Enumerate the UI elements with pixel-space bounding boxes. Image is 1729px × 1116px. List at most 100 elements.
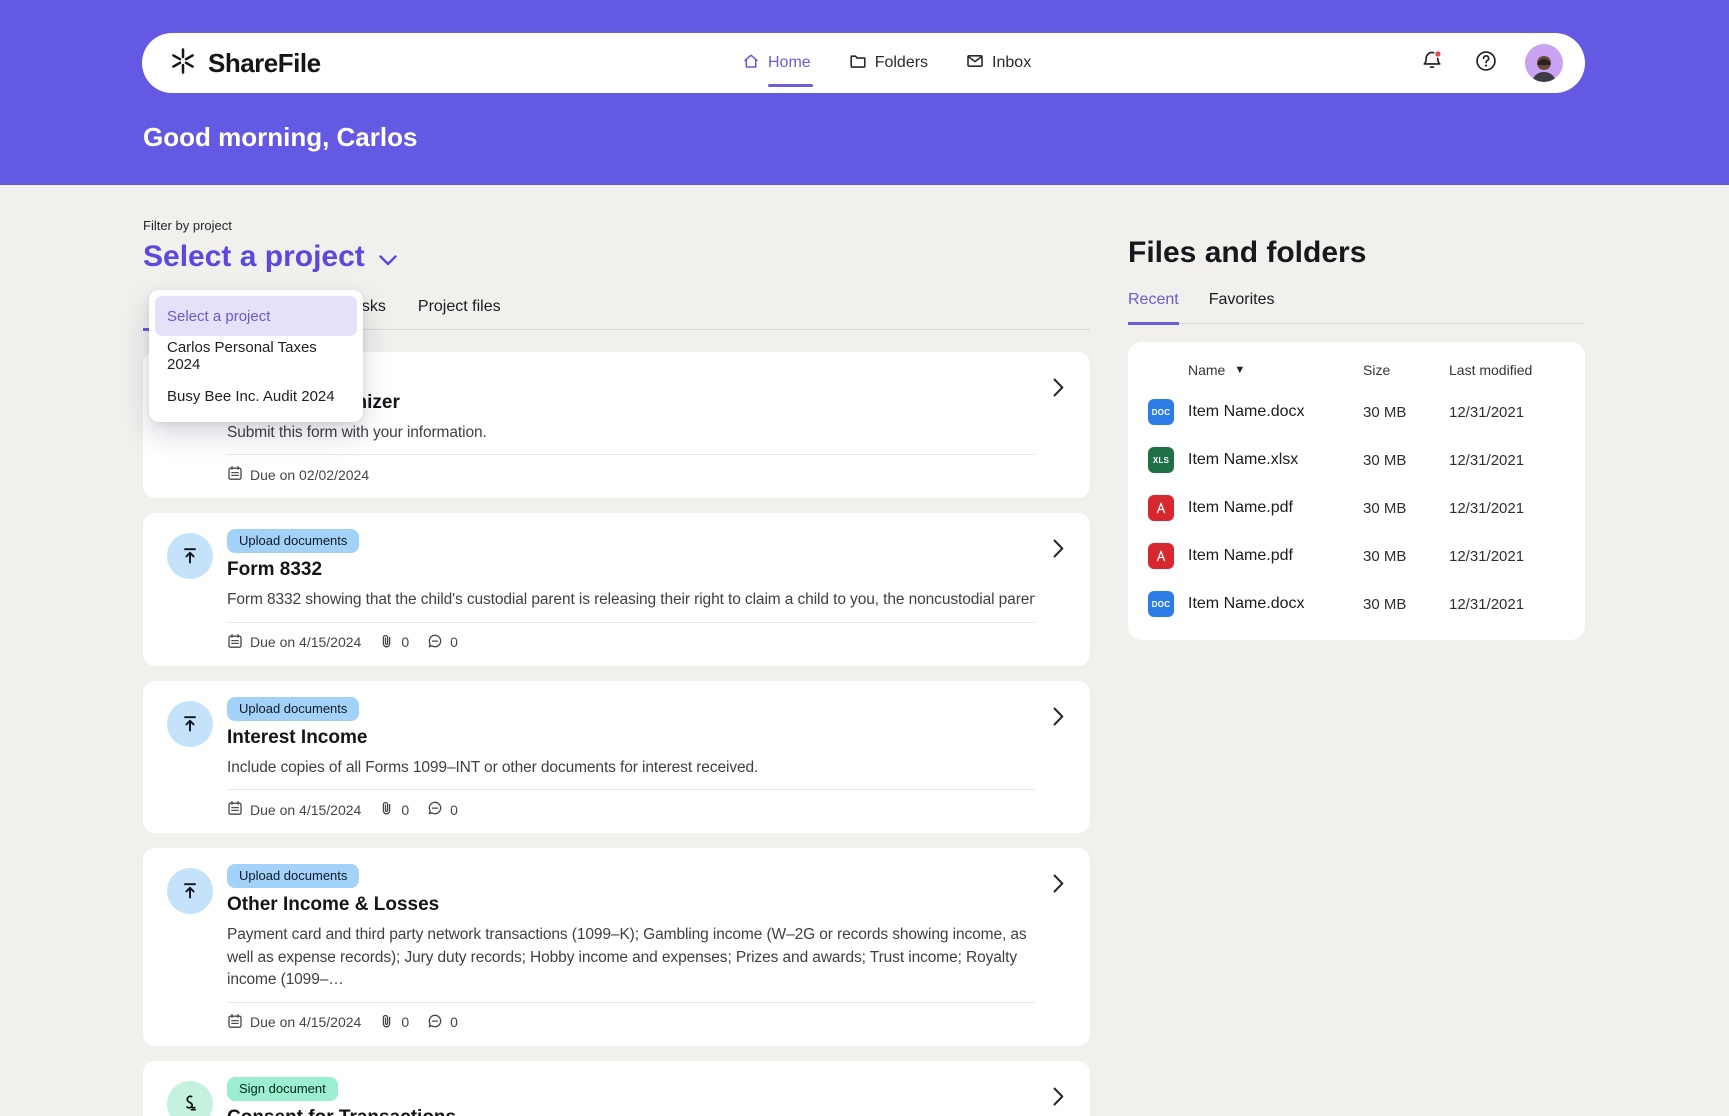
nav-inbox-label: Inbox bbox=[992, 54, 1031, 72]
files-panel: Files and folders Recent Favorites Name … bbox=[1128, 236, 1585, 640]
brand-name: ShareFile bbox=[208, 48, 321, 79]
task-title: Consent for Transactions bbox=[227, 1107, 1035, 1116]
pdf-file-icon bbox=[1148, 543, 1174, 569]
chevron-right-icon[interactable] bbox=[1053, 539, 1064, 563]
upload-icon bbox=[167, 533, 213, 579]
dropdown-option[interactable]: Busy Bee Inc. Audit 2024 bbox=[155, 376, 357, 416]
pdf-file-icon bbox=[1148, 495, 1174, 521]
help-button[interactable] bbox=[1471, 48, 1501, 78]
file-modified: 12/31/2021 bbox=[1449, 548, 1561, 565]
files-table: Name ▼ Size Last modified DOC Item Name.… bbox=[1128, 342, 1585, 640]
task-title: Interest Income bbox=[227, 727, 1035, 749]
dropdown-option[interactable]: Carlos Personal Taxes 2024 bbox=[155, 336, 357, 376]
calendar-icon bbox=[227, 465, 243, 484]
task-list: 2023 Tax Organizer Submit this form with… bbox=[143, 352, 1090, 1116]
file-name: Item Name.xlsx bbox=[1188, 451, 1298, 469]
xls-file-icon: XLS bbox=[1148, 447, 1174, 473]
task-badge: Sign document bbox=[227, 1077, 338, 1101]
task-attachments-count: 0 bbox=[401, 1014, 409, 1030]
envelope-icon bbox=[966, 52, 984, 75]
comment-icon bbox=[427, 1013, 443, 1032]
task-card[interactable]: Upload documents Form 8332 Form 8332 sho… bbox=[143, 513, 1090, 665]
column-header-size: Size bbox=[1363, 362, 1449, 378]
chevron-right-icon[interactable] bbox=[1053, 874, 1064, 898]
calendar-icon bbox=[227, 1013, 243, 1032]
column-header-name[interactable]: Name ▼ bbox=[1148, 362, 1363, 378]
task-badge: Upload documents bbox=[227, 697, 359, 721]
divider bbox=[227, 454, 1035, 455]
bell-icon bbox=[1420, 49, 1444, 78]
dropdown-option[interactable]: Select a project bbox=[155, 296, 357, 336]
sort-caret-icon: ▼ bbox=[1234, 364, 1245, 376]
task-description: Payment card and third party network tra… bbox=[227, 924, 1035, 991]
file-name: Item Name.pdf bbox=[1188, 499, 1293, 517]
chevron-right-icon[interactable] bbox=[1053, 707, 1064, 731]
file-size: 30 MB bbox=[1363, 452, 1449, 469]
tab-project-files[interactable]: Project files bbox=[418, 298, 501, 329]
file-modified: 12/31/2021 bbox=[1449, 404, 1561, 421]
task-description: Submit this form with your information. bbox=[227, 422, 1035, 444]
file-size: 30 MB bbox=[1363, 500, 1449, 517]
user-avatar[interactable] bbox=[1525, 44, 1563, 82]
paperclip-icon bbox=[379, 633, 394, 652]
file-row[interactable]: Item Name.pdf 30 MB 12/31/2021 bbox=[1128, 484, 1585, 532]
paperclip-icon bbox=[379, 1013, 394, 1032]
files-tabs: Recent Favorites bbox=[1128, 291, 1585, 324]
task-card[interactable]: Upload documents Interest Income Include… bbox=[143, 681, 1090, 833]
task-badge: Upload documents bbox=[227, 529, 359, 553]
help-icon bbox=[1474, 49, 1498, 78]
column-header-modified: Last modified bbox=[1449, 362, 1561, 378]
chevron-down-icon bbox=[379, 240, 397, 274]
divider bbox=[227, 622, 1035, 623]
project-select-trigger[interactable]: Select a project bbox=[143, 240, 397, 274]
task-attachments-count: 0 bbox=[401, 802, 409, 818]
file-row[interactable]: DOC Item Name.docx 30 MB 12/31/2021 bbox=[1128, 580, 1585, 628]
task-description: Include copies of all Forms 1099–INT or … bbox=[227, 757, 1035, 779]
task-due: Due on 02/02/2024 bbox=[250, 467, 369, 483]
file-row[interactable]: Item Name.pdf 30 MB 12/31/2021 bbox=[1128, 532, 1585, 580]
calendar-icon bbox=[227, 633, 243, 652]
file-row[interactable]: XLS Item Name.xlsx 30 MB 12/31/2021 bbox=[1128, 436, 1585, 484]
greeting: Good morning, Carlos bbox=[143, 122, 417, 153]
divider bbox=[227, 789, 1035, 790]
files-table-header: Name ▼ Size Last modified bbox=[1128, 350, 1585, 388]
task-comments-count: 0 bbox=[450, 802, 458, 818]
task-due: Due on 4/15/2024 bbox=[250, 1014, 361, 1030]
task-card[interactable]: Upload documents Other Income & Losses P… bbox=[143, 848, 1090, 1045]
upload-icon bbox=[167, 701, 213, 747]
file-name: Item Name.docx bbox=[1188, 595, 1304, 613]
file-name: Item Name.docx bbox=[1188, 403, 1304, 421]
paperclip-icon bbox=[379, 800, 394, 819]
notifications-button[interactable] bbox=[1417, 48, 1447, 78]
tab-favorites[interactable]: Favorites bbox=[1209, 291, 1275, 323]
file-size: 30 MB bbox=[1363, 596, 1449, 613]
task-description: Form 8332 showing that the child's custo… bbox=[227, 589, 1035, 611]
task-comments-count: 0 bbox=[450, 634, 458, 650]
file-modified: 12/31/2021 bbox=[1449, 452, 1561, 469]
chevron-right-icon[interactable] bbox=[1053, 1087, 1064, 1111]
task-card[interactable]: Sign document Consent for Transactions S… bbox=[143, 1061, 1090, 1116]
filter-label: Filter by project bbox=[143, 218, 1090, 233]
task-due: Due on 4/15/2024 bbox=[250, 634, 361, 650]
chevron-right-icon[interactable] bbox=[1053, 378, 1064, 402]
upload-icon bbox=[167, 868, 213, 914]
files-panel-title: Files and folders bbox=[1128, 236, 1585, 269]
nav-home-label: Home bbox=[768, 54, 811, 72]
file-row[interactable]: DOC Item Name.docx 30 MB 12/31/2021 bbox=[1128, 388, 1585, 436]
comment-icon bbox=[427, 800, 443, 819]
brand-logo[interactable]: ShareFile bbox=[168, 46, 321, 81]
nav-inbox[interactable]: Inbox bbox=[966, 33, 1031, 93]
tab-recent[interactable]: Recent bbox=[1128, 291, 1179, 325]
sharefile-logo-icon bbox=[168, 46, 198, 81]
nav-home[interactable]: Home bbox=[742, 33, 811, 93]
file-name: Item Name.pdf bbox=[1188, 547, 1293, 565]
project-dropdown-menu: Select a project Carlos Personal Taxes 2… bbox=[149, 290, 363, 422]
file-size: 30 MB bbox=[1363, 404, 1449, 421]
task-title: Form 8332 bbox=[227, 559, 1035, 581]
home-icon bbox=[742, 52, 760, 75]
header-actions bbox=[1417, 44, 1563, 82]
task-due: Due on 4/15/2024 bbox=[250, 802, 361, 818]
nav-folders[interactable]: Folders bbox=[849, 33, 928, 93]
divider bbox=[227, 1002, 1035, 1003]
nav-active-underline bbox=[768, 84, 813, 87]
